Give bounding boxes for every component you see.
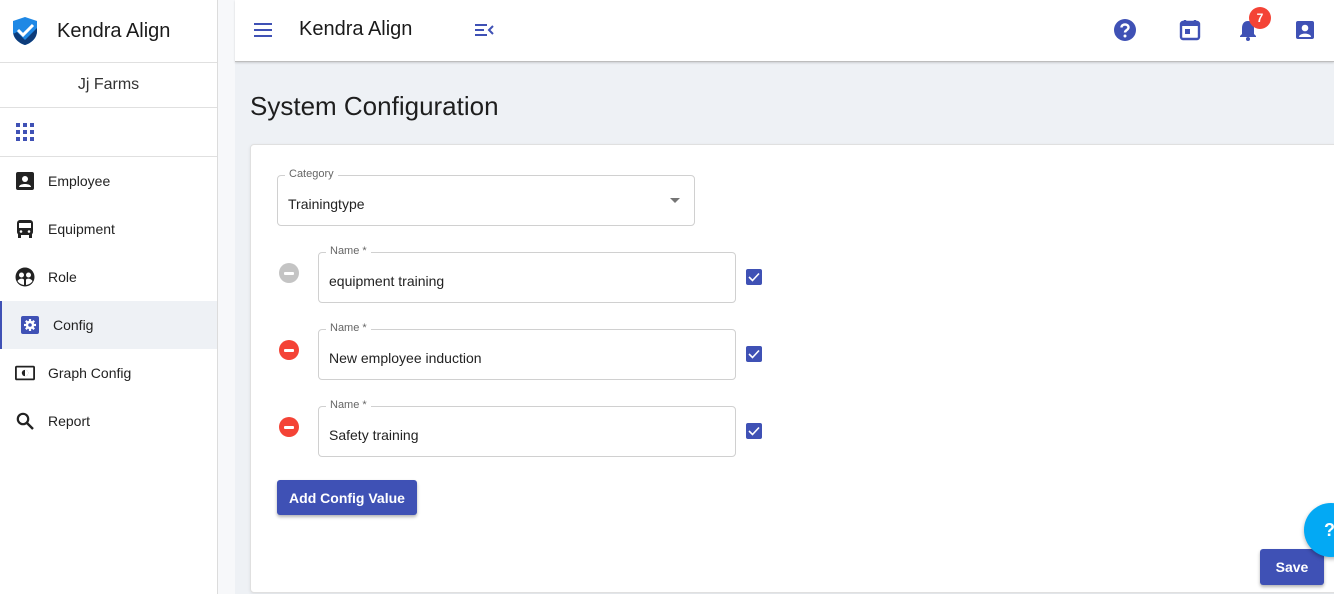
remove-value-button[interactable] (279, 417, 299, 437)
app-title: Kendra Align (299, 18, 413, 40)
sidebar-gutter (218, 0, 235, 594)
name-field[interactable]: Name * equipment training (318, 245, 736, 303)
brand: Kendra Align (0, 0, 217, 63)
active-checkbox[interactable] (746, 269, 762, 285)
category-value: Trainingtype (288, 196, 365, 212)
sidebar-item-report[interactable]: Report (0, 397, 217, 445)
name-field[interactable]: Name * Safety training (318, 399, 736, 457)
page-title: System Configuration (250, 91, 499, 121)
sidebar-item-config[interactable]: Config (0, 301, 217, 349)
name-value: New employee induction (329, 350, 482, 366)
name-label: Name * (326, 245, 371, 257)
hamburger-menu-icon (254, 23, 272, 37)
shield-check-logo-icon (13, 17, 37, 45)
group-circle-icon (15, 267, 35, 287)
help-fab-label: ? (1324, 519, 1334, 540)
notifications-button[interactable]: 7 (1236, 7, 1271, 42)
name-label: Name * (326, 322, 371, 334)
brand-name: Kendra Align (57, 19, 171, 42)
help-button[interactable] (1113, 18, 1137, 42)
calendar-button[interactable] (1178, 18, 1202, 42)
sidebar-item-label: Equipment (48, 221, 115, 237)
category-label: Category (285, 168, 338, 180)
dropdown-arrow-icon (670, 198, 680, 203)
sidebar-item-label: Report (48, 413, 91, 429)
organization-name: Jj Farms (0, 63, 217, 108)
search-icon (15, 411, 35, 431)
profile-button[interactable] (1293, 18, 1317, 42)
menu-open-icon (475, 24, 494, 36)
name-label: Name * (326, 399, 371, 411)
category-select[interactable]: Category Trainingtype (277, 168, 695, 226)
name-value: equipment training (329, 273, 445, 289)
name-field[interactable]: Name * New employee induction (318, 322, 736, 380)
save-button[interactable]: Save (1260, 549, 1324, 585)
active-checkbox[interactable] (746, 346, 762, 362)
sidebar-item-label: Config (53, 317, 94, 333)
top-bar: Kendra Align 7 (235, 0, 1334, 62)
name-value: Safety training (329, 427, 419, 443)
remove-value-button[interactable] (279, 340, 299, 360)
sidebar-item-label: Graph Config (48, 365, 132, 381)
check-icon (748, 349, 760, 359)
sidebar-item-employee[interactable]: Employee (0, 157, 217, 205)
sidebar-item-role[interactable]: Role (0, 253, 217, 301)
apps-grid-button[interactable] (0, 108, 217, 157)
account-box-icon (15, 171, 35, 191)
bus-icon (15, 219, 35, 239)
apps-grid-icon (16, 123, 34, 141)
config-card: Category Trainingtype Name * equipment t… (250, 144, 1334, 593)
sidebar: Kendra Align Jj Farms Employee Equipment (0, 0, 218, 594)
menu-button[interactable] (253, 20, 273, 40)
account-box-icon (1296, 21, 1314, 39)
sidebar-item-label: Employee (48, 173, 111, 189)
sidebar-nav: Employee Equipment Role Config Graph Con… (0, 157, 217, 445)
notifications-badge: 7 (1249, 7, 1271, 29)
remove-value-button-disabled[interactable] (279, 263, 299, 283)
sidebar-item-label: Role (48, 269, 77, 285)
help-icon (1114, 19, 1136, 41)
sidebar-item-equipment[interactable]: Equipment (0, 205, 217, 253)
sidebar-item-graph-config[interactable]: Graph Config (0, 349, 217, 397)
calendar-icon (1179, 20, 1201, 41)
collapse-sidebar-button[interactable] (474, 20, 494, 40)
check-icon (748, 272, 760, 282)
settings-box-icon (20, 315, 40, 335)
check-icon (748, 426, 760, 436)
add-config-value-button[interactable]: Add Config Value (277, 480, 417, 515)
brightness-box-icon (15, 363, 35, 383)
active-checkbox[interactable] (746, 423, 762, 439)
